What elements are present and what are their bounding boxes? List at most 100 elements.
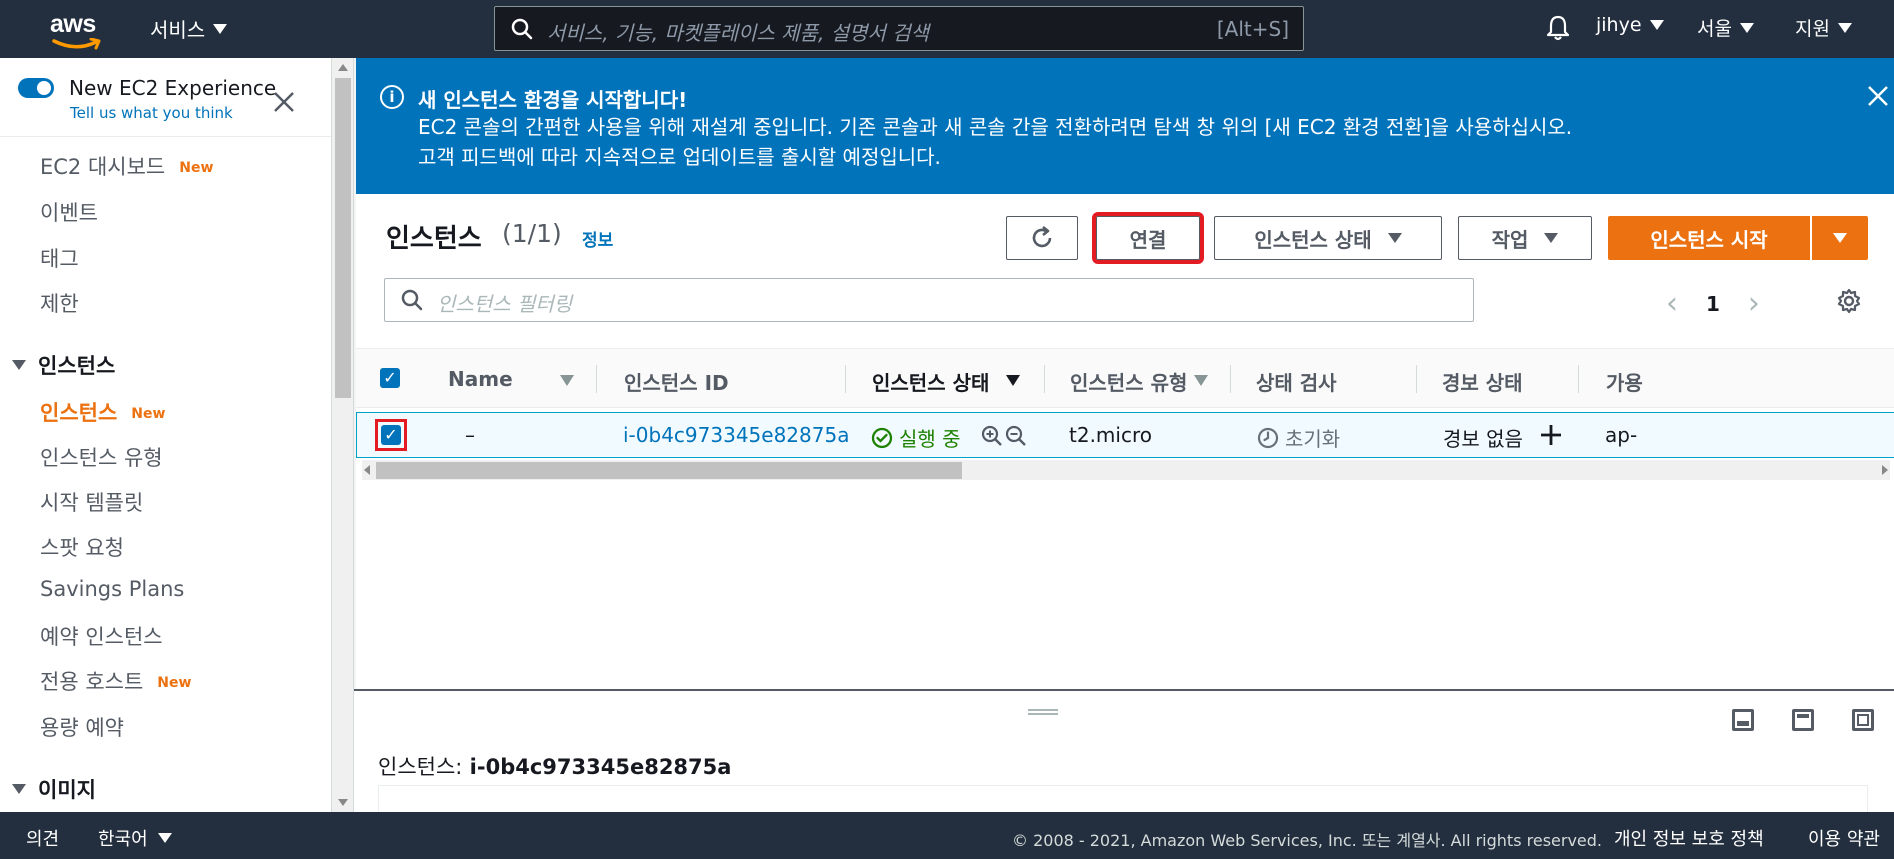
sidebar-item-spot-requests[interactable]: 스팟 요청 bbox=[40, 532, 124, 562]
sidebar-item-limits[interactable]: 제한 bbox=[40, 288, 79, 318]
section-label: 이미지 bbox=[38, 778, 96, 802]
table-row[interactable]: ✓ – i-0b4c973345e82875a 실행 중 t2.micro 초기… bbox=[356, 412, 1894, 458]
sidebar-item-label: 전용 호스트 bbox=[40, 670, 144, 694]
column-label: 인스턴스 ID bbox=[624, 371, 729, 395]
sidebar-item-tags[interactable]: 태그 bbox=[40, 243, 79, 273]
settings-gear-icon[interactable] bbox=[1836, 288, 1862, 314]
split-full-icon[interactable] bbox=[1852, 709, 1874, 731]
region-menu[interactable]: 서울 bbox=[1697, 14, 1754, 41]
column-separator[interactable] bbox=[845, 365, 846, 393]
column-header-status-check[interactable]: 상태 검사 bbox=[1256, 367, 1337, 396]
support-menu[interactable]: 지원 bbox=[1795, 14, 1852, 41]
language-label: 한국어 bbox=[98, 829, 148, 850]
divider bbox=[0, 136, 331, 137]
split-panel-title: 인스턴스: i-0b4c973345e82875a bbox=[378, 751, 731, 781]
scrollbar-thumb[interactable] bbox=[335, 78, 351, 398]
chevron-down-icon bbox=[213, 23, 228, 34]
terms-link[interactable]: 이용 약관 bbox=[1808, 825, 1880, 851]
feedback-link[interactable]: Tell us what you think bbox=[70, 104, 233, 122]
sidebar-item-label: 스팟 요청 bbox=[40, 536, 124, 560]
scroll-up-icon[interactable] bbox=[338, 64, 348, 71]
user-name: jihye bbox=[1596, 14, 1642, 36]
sidebar-scrollbar[interactable] bbox=[332, 58, 354, 812]
sidebar-item-dedicated-hosts[interactable]: 전용 호스트 New bbox=[40, 666, 191, 696]
split-bottom-icon[interactable] bbox=[1732, 709, 1754, 731]
cell-instance-type: t2.micro bbox=[1069, 423, 1152, 447]
search-shortcut: [Alt+S] bbox=[1216, 17, 1289, 41]
column-separator[interactable] bbox=[1230, 365, 1231, 393]
close-sidebar-button[interactable] bbox=[272, 90, 296, 118]
column-separator[interactable] bbox=[1044, 365, 1045, 393]
cell-instance-id[interactable]: i-0b4c973345e82875a bbox=[623, 423, 849, 447]
sidebar-section-instances[interactable]: 인스턴스 bbox=[12, 350, 115, 380]
services-menu[interactable]: 서비스 bbox=[150, 14, 228, 43]
sidebar-item-reserved-instances[interactable]: 예약 인스턴스 bbox=[40, 621, 163, 651]
sort-icon[interactable] bbox=[560, 375, 574, 386]
sidebar-item-ec2-dashboard[interactable]: EC2 대시보드 New bbox=[40, 151, 213, 181]
language-selector[interactable]: 한국어 bbox=[98, 825, 172, 851]
feedback-link[interactable]: 의견 bbox=[26, 825, 59, 851]
dismiss-flash-button[interactable] bbox=[1866, 84, 1890, 112]
sidebar-item-launch-templates[interactable]: 시작 템플릿 bbox=[40, 487, 143, 517]
user-menu[interactable]: jihye bbox=[1596, 14, 1664, 36]
column-header-name[interactable]: Name bbox=[448, 367, 513, 391]
column-header-instance-state[interactable]: 인스턴스 상태 bbox=[872, 367, 989, 396]
table-horizontal-scrollbar[interactable] bbox=[362, 460, 1890, 480]
sidebar-section-images[interactable]: 이미지 bbox=[12, 774, 96, 804]
launch-instance-dropdown[interactable] bbox=[1812, 216, 1868, 260]
sidebar-item-label: 태그 bbox=[40, 247, 79, 271]
column-separator[interactable] bbox=[1416, 365, 1417, 393]
chevron-right-icon[interactable]: › bbox=[1748, 286, 1760, 321]
chevron-left-icon[interactable]: ‹ bbox=[1666, 286, 1678, 321]
cell-instance-state: 실행 중 bbox=[871, 423, 961, 452]
sidebar-item-savings-plans[interactable]: Savings Plans bbox=[40, 577, 184, 601]
refresh-button[interactable] bbox=[1006, 216, 1078, 260]
privacy-policy-link[interactable]: 개인 정보 보호 정책 bbox=[1614, 825, 1764, 851]
scroll-left-icon[interactable] bbox=[364, 465, 370, 475]
clock-icon bbox=[1257, 427, 1279, 448]
split-side-icon[interactable] bbox=[1792, 709, 1814, 731]
connect-button[interactable]: 연결 bbox=[1092, 212, 1204, 264]
sidebar-item-capacity-reservations[interactable]: 용량 예약 bbox=[40, 712, 124, 742]
chevron-down-icon bbox=[12, 784, 26, 794]
instance-state-dropdown[interactable]: 인스턴스 상태 bbox=[1214, 216, 1442, 260]
column-label: 인스턴스 유형 bbox=[1070, 371, 1188, 395]
zoom-out-icon[interactable] bbox=[1005, 425, 1027, 447]
column-separator[interactable] bbox=[1578, 365, 1579, 393]
new-badge: New bbox=[157, 675, 192, 691]
column-header-alarm-status[interactable]: 경보 상태 bbox=[1442, 367, 1523, 396]
new-experience-toggle[interactable] bbox=[18, 78, 54, 98]
sidebar-item-events[interactable]: 이벤트 bbox=[40, 197, 98, 227]
flash-message: EC2 콘솔의 간편한 사용을 위해 재설계 중입니다. 기존 콘솔과 새 콘솔… bbox=[418, 115, 1573, 169]
column-separator[interactable] bbox=[596, 365, 597, 393]
aws-logo[interactable]: aws bbox=[50, 10, 110, 50]
column-header-availability-zone[interactable]: 가용 bbox=[1606, 367, 1643, 396]
cell-availability-zone: ap- bbox=[1605, 423, 1638, 447]
column-header-instance-type[interactable]: 인스턴스 유형 bbox=[1070, 367, 1187, 396]
sort-icon[interactable] bbox=[1194, 375, 1208, 386]
sort-descending-icon[interactable] bbox=[1006, 375, 1020, 386]
scrollbar-thumb[interactable] bbox=[376, 462, 962, 479]
add-alarm-icon[interactable] bbox=[1539, 423, 1563, 447]
launch-instance-button[interactable]: 인스턴스 시작 bbox=[1608, 216, 1810, 260]
resize-handle-icon[interactable] bbox=[1028, 709, 1058, 715]
page-number[interactable]: 1 bbox=[1706, 292, 1720, 316]
sidebar-item-instances[interactable]: 인스턴스 New bbox=[40, 397, 165, 427]
copyright-text: © 2008 - 2021, Amazon Web Services, Inc.… bbox=[1012, 831, 1603, 850]
scroll-down-icon[interactable] bbox=[338, 799, 348, 806]
instance-filter-input[interactable]: 인스턴스 필터링 bbox=[384, 278, 1474, 322]
notifications-bell-icon[interactable] bbox=[1545, 14, 1571, 42]
zoom-in-icon[interactable] bbox=[981, 425, 1003, 447]
row-checkbox[interactable]: ✓ bbox=[381, 425, 401, 445]
actions-dropdown[interactable]: 작업 bbox=[1458, 216, 1592, 260]
search-placeholder: 서비스, 기능, 마켓플레이스 제품, 설명서 검색 bbox=[547, 21, 930, 45]
select-all-checkbox[interactable]: ✓ bbox=[380, 368, 400, 388]
new-experience-title: New EC2 Experience bbox=[69, 76, 277, 100]
global-search-input[interactable]: 서비스, 기능, 마켓플레이스 제품, 설명서 검색 [Alt+S] bbox=[494, 6, 1304, 51]
chevron-down-icon bbox=[1837, 22, 1852, 33]
pagination: ‹ 1 › bbox=[1666, 286, 1760, 321]
scroll-right-icon[interactable] bbox=[1882, 465, 1888, 475]
info-link[interactable]: 정보 bbox=[582, 226, 613, 251]
sidebar-item-instance-types[interactable]: 인스턴스 유형 bbox=[40, 442, 163, 472]
column-header-instance-id[interactable]: 인스턴스 ID bbox=[624, 367, 729, 396]
